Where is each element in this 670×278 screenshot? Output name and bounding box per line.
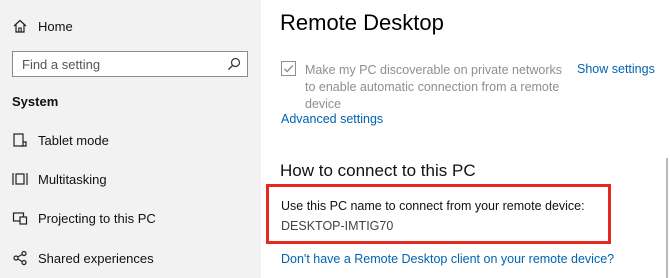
sidebar-item-label: Tablet mode [38, 132, 109, 148]
projecting-icon [12, 210, 28, 226]
sidebar-item-tablet-mode[interactable]: Tablet mode [0, 122, 261, 158]
page-title: Remote Desktop [280, 10, 444, 35]
shared-experiences-icon [12, 250, 28, 266]
show-settings-link[interactable]: Show settings [577, 62, 655, 76]
search-box[interactable] [12, 51, 248, 77]
sidebar-item-label: Home [38, 18, 73, 34]
remote-client-link[interactable]: Don't have a Remote Desktop client on yo… [281, 252, 614, 266]
sidebar: Home System Tablet mode Mult [0, 0, 261, 278]
highlight-box [266, 184, 611, 244]
sidebar-item-projecting[interactable]: Projecting to this PC [0, 200, 261, 236]
pc-name-value: DESKTOP-IMTIG70 [281, 219, 394, 233]
sidebar-item-label: Multitasking [38, 171, 107, 187]
sidebar-item-label: Shared experiences [38, 250, 154, 266]
discoverable-label: Make my PC discoverable on private netwo… [305, 63, 563, 111]
tablet-mode-icon [12, 132, 28, 148]
use-name-text: Use this PC name to connect from your re… [281, 199, 585, 213]
scrollbar[interactable] [666, 158, 668, 278]
search-icon[interactable] [227, 57, 241, 71]
home-icon [12, 18, 28, 34]
sidebar-item-shared-experiences[interactable]: Shared experiences [0, 240, 261, 276]
discoverable-checkbox[interactable] [281, 61, 296, 76]
multitasking-icon [12, 171, 28, 187]
section-title: System [12, 94, 59, 109]
checkmark-icon [284, 65, 294, 73]
connect-heading: How to connect to this PC [280, 161, 476, 180]
sidebar-item-label: Projecting to this PC [38, 210, 156, 226]
advanced-settings-link[interactable]: Advanced settings [281, 112, 383, 126]
sidebar-item-multitasking[interactable]: Multitasking [0, 161, 261, 197]
sidebar-item-home[interactable]: Home [0, 8, 261, 44]
main-panel: Remote Desktop Make my PC discoverable o… [261, 0, 670, 278]
search-input[interactable] [13, 52, 232, 76]
